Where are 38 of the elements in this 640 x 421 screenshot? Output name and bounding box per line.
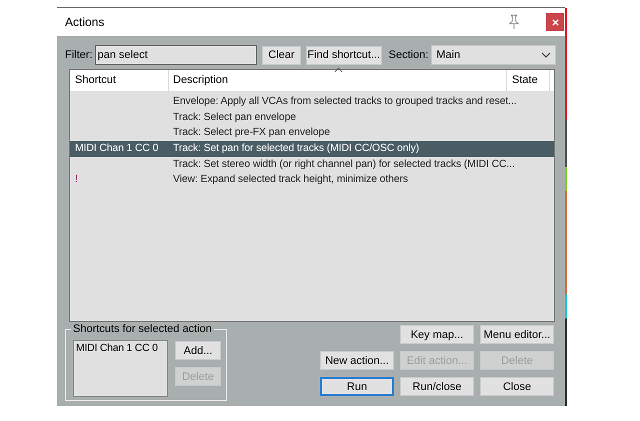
table-cell-text: Track: Set stereo width (or right channel pan) for selected tracks (MIDI CC... <box>172 158 516 172</box>
table-cell-text: Envelope: Apply all VCAs from selected tracks to grouped tracks and reset... <box>172 95 518 109</box>
table-cell-text: Track: Set pan for selected tracks (MIDI CC/OSC only) <box>172 142 420 156</box>
button[interactable]: Find shortcut... <box>306 46 382 64</box>
table-cell-text: Track: Select pan envelope <box>172 110 297 125</box>
table-row[interactable]: Track: Set stereo width (or right channel pan) for selected tracks (MIDI CC... <box>70 156 554 172</box>
window-title: Actions <box>65 15 104 29</box>
table-cell-text: MIDI Chan 1 CC 0 <box>74 142 160 156</box>
group-title: Shortcuts for selected action <box>71 323 214 335</box>
button[interactable]: New action... <box>320 351 394 370</box>
column-header[interactable]: Shortcut <box>70 70 169 91</box>
button[interactable]: Run/close <box>400 377 474 396</box>
button[interactable]: Run <box>320 377 394 396</box>
button[interactable]: Menu editor... <box>480 325 554 344</box>
table-cell-text: View: Expand selected track height, minimize others <box>172 173 409 188</box>
close-icon <box>552 18 558 26</box>
sort-ascending-icon <box>334 67 343 73</box>
chevron-down-icon <box>541 52 551 58</box>
button[interactable]: Clear <box>262 46 301 64</box>
column-header[interactable]: State <box>507 70 550 91</box>
table-row[interactable]: Envelope: Apply all VCAs from selected tracks to grouped tracks and reset... <box>70 94 554 110</box>
filter-label: Filter: <box>65 49 92 61</box>
table-row[interactable]: Track: Select pan envelope <box>70 110 554 126</box>
button[interactable]: Close <box>480 377 554 396</box>
close-button[interactable] <box>546 13 564 31</box>
table-cell-text: Track: Select pre-FX pan envelope <box>172 126 331 140</box>
table-row[interactable]: MIDI Chan 1 CC 0 Track: Set pan for selected tracks (MIDI CC/OSC only) <box>70 141 554 157</box>
table-row[interactable]: Track: Select pre-FX pan envelope <box>70 125 554 142</box>
column-header[interactable]: Description <box>169 70 507 91</box>
button[interactable]: Add... <box>175 341 221 360</box>
section-dropdown[interactable]: Main <box>431 45 556 65</box>
list-item[interactable]: MIDI Chan 1 CC 0 <box>76 343 165 354</box>
pin-icon[interactable] <box>508 14 520 30</box>
table-cell-text: ! <box>74 173 79 188</box>
section-label: Section: <box>388 49 428 61</box>
button[interactable]: Key map... <box>400 325 474 344</box>
table-row[interactable]: ! View: Expand selected track height, minimize others <box>70 172 554 188</box>
filter-field[interactable]: pan select <box>94 45 257 65</box>
